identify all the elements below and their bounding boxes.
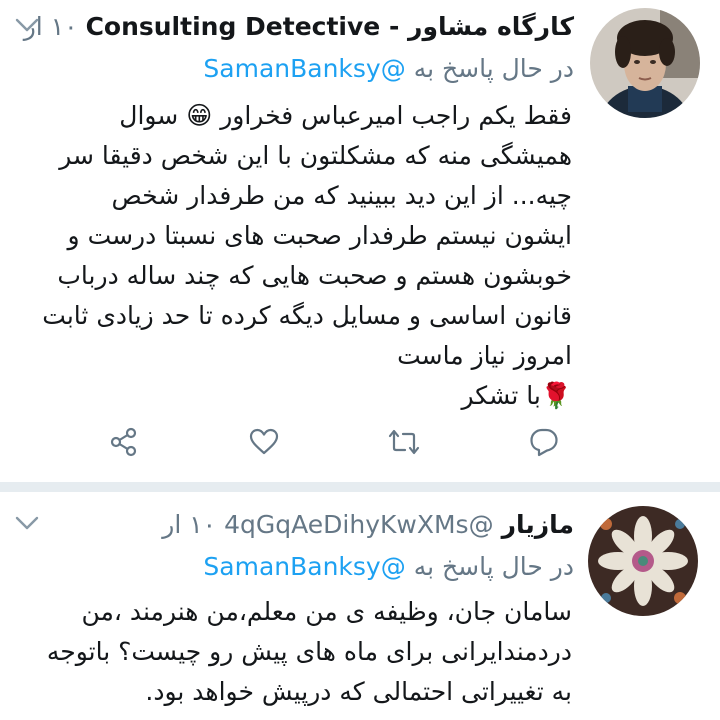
like-icon[interactable] bbox=[248, 426, 280, 458]
tweet-text-line: ایشون نیستم طرفدار صحبت های نسبتا درست و bbox=[67, 221, 572, 250]
tweet-header: کارگاه مشاور - Consulting Detective ۱۰ ا… bbox=[24, 6, 574, 46]
reply-icon[interactable] bbox=[528, 426, 560, 458]
timestamp[interactable]: ۱۰ ار bbox=[162, 510, 216, 539]
tweet-text-line: 🌹با تشکر bbox=[461, 381, 572, 410]
tweet-divider bbox=[0, 482, 720, 492]
replying-to: در حال پاسخ به @SamanBanksy bbox=[203, 552, 574, 581]
tweet-text-line: فقط یکم راجب امیرعباس فخراور 😁 سوال bbox=[119, 101, 572, 130]
tweet-2[interactable]: مازیار @4qGqAeDihyKwXMs ۱۰ ار در حال پاس… bbox=[0, 492, 720, 720]
tweet-text-line: قانون اساسی و مسایل دیگه کرده تا حد زیاد… bbox=[42, 301, 572, 330]
tweet-actions bbox=[0, 420, 720, 464]
tweet-body: فقط یکم راجب امیرعباس فخراور 😁 سوال همیش… bbox=[12, 96, 572, 416]
display-name[interactable]: مازیار bbox=[502, 510, 574, 539]
tweet-text-line: دردمندایرانی برای ماه های پیش رو چیست؟ ب… bbox=[46, 637, 572, 666]
tweet-text-line: به تغییراتی احتمالی که درپیش خواهد بود. bbox=[145, 677, 572, 706]
tweet-header: مازیار @4qGqAeDihyKwXMs ۱۰ ار bbox=[162, 504, 574, 544]
tweet-text-line: امروز نیاز ماست bbox=[397, 341, 572, 370]
retweet-icon[interactable] bbox=[388, 426, 420, 458]
tweet-text-line: سامان جان، وظیفه ی من معلم،من هنرمند ،من bbox=[81, 597, 572, 626]
chevron-down-icon[interactable] bbox=[14, 510, 40, 536]
handle[interactable]: @4qGqAeDihyKwXMs bbox=[224, 510, 493, 539]
tweet-text-line: خوبشون هستم و صحبت هایی که چند ساله دربا… bbox=[57, 261, 572, 290]
tweet-text-line: همیشگی منه که مشکلتون با این شخص دقیقا س… bbox=[59, 141, 572, 170]
tweet-body: سامان جان، وظیفه ی من معلم،من هنرمند ،من… bbox=[0, 592, 572, 712]
replying-to: در حال پاسخ به @SamanBanksy bbox=[203, 54, 574, 83]
replying-prefix: در حال پاسخ به bbox=[413, 552, 574, 581]
mention-link[interactable]: @SamanBanksy bbox=[203, 552, 405, 581]
display-name[interactable]: کارگاه مشاور - Consulting Detective bbox=[86, 12, 574, 41]
tweet-1[interactable]: کارگاه مشاور - Consulting Detective ۱۰ ا… bbox=[0, 0, 720, 482]
chevron-down-icon[interactable] bbox=[14, 12, 40, 38]
mention-link[interactable]: @SamanBanksy bbox=[203, 54, 405, 83]
tweet-text-line: چیه... از این دید ببینید که من طرفدار شخ… bbox=[111, 181, 572, 210]
replying-prefix: در حال پاسخ به bbox=[413, 54, 574, 83]
share-icon[interactable] bbox=[108, 426, 140, 458]
avatar[interactable] bbox=[590, 8, 700, 118]
avatar[interactable] bbox=[588, 506, 698, 616]
